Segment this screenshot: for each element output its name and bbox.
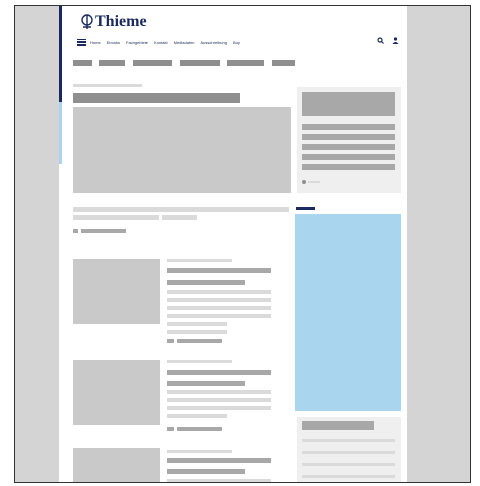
section-label[interactable] bbox=[81, 229, 126, 233]
tab-placeholder[interactable] bbox=[99, 60, 125, 66]
article-text-line bbox=[167, 298, 271, 302]
article-meta[interactable] bbox=[177, 427, 222, 431]
article-title[interactable] bbox=[167, 268, 271, 273]
tab-placeholder[interactable] bbox=[180, 60, 220, 66]
article-meta[interactable] bbox=[177, 339, 222, 343]
search-icon[interactable] bbox=[377, 37, 384, 44]
nav-item-ausschreibung[interactable]: Ausschreibung bbox=[201, 40, 227, 45]
article-text-line bbox=[167, 306, 271, 310]
article-title[interactable] bbox=[167, 370, 271, 375]
tab-placeholder[interactable] bbox=[272, 60, 295, 66]
sidebar-caption bbox=[308, 181, 320, 183]
page-accent-bar bbox=[59, 6, 62, 102]
sidebar-box-line[interactable] bbox=[302, 475, 395, 478]
intro-line bbox=[73, 215, 159, 220]
article-thumbnail[interactable] bbox=[73, 259, 160, 324]
tab-placeholder[interactable] bbox=[227, 60, 264, 66]
sidebar-box-line[interactable] bbox=[302, 463, 395, 466]
intro-line bbox=[73, 207, 289, 212]
intro-line bbox=[162, 215, 197, 220]
nav-item-home[interactable]: Home bbox=[90, 40, 101, 45]
article-meta-icon bbox=[167, 339, 174, 343]
nav-item-kontakt[interactable]: Kontakt bbox=[154, 40, 168, 45]
article-title[interactable] bbox=[167, 280, 245, 285]
ad-banner[interactable] bbox=[295, 214, 401, 411]
tab-placeholder[interactable] bbox=[133, 60, 172, 66]
hamburger-icon[interactable] bbox=[77, 38, 86, 46]
article-text-line bbox=[167, 406, 271, 410]
article-meta-icon bbox=[167, 427, 174, 431]
webpage: Thieme Home Ebooks Fachgebiete Kontakt M… bbox=[59, 6, 407, 482]
article-title[interactable] bbox=[167, 458, 271, 463]
article-text-line bbox=[167, 290, 271, 294]
slider-dot-icon[interactable] bbox=[302, 180, 306, 184]
main-navigation: Home Ebooks Fachgebiete Kontakt Mediadat… bbox=[77, 37, 399, 47]
site-logo[interactable]: Thieme bbox=[81, 13, 147, 31]
sidebar-line bbox=[302, 124, 395, 130]
sidebar-line bbox=[302, 134, 395, 140]
article-text-line bbox=[167, 390, 271, 394]
sidebar-box-title bbox=[302, 421, 374, 430]
ad-label-bar bbox=[296, 207, 315, 210]
hero-image-placeholder[interactable] bbox=[73, 107, 291, 193]
tab-placeholder[interactable] bbox=[73, 60, 92, 66]
nav-item-ebooks[interactable]: Ebooks bbox=[107, 40, 120, 45]
article-text-line bbox=[167, 330, 227, 334]
user-icon[interactable] bbox=[392, 37, 399, 44]
sidebar-line bbox=[302, 144, 395, 150]
article-title[interactable] bbox=[167, 381, 245, 386]
sidebar-box-line[interactable] bbox=[302, 451, 395, 454]
article-thumbnail[interactable] bbox=[73, 360, 160, 425]
sidebar-line bbox=[302, 154, 395, 160]
article-text-line bbox=[167, 414, 227, 418]
page-accent-bar-light bbox=[59, 102, 62, 164]
nav-item-buy[interactable]: Buy bbox=[233, 40, 240, 45]
nav-item-mediadaten[interactable]: Mediadaten bbox=[174, 40, 195, 45]
article-text-line bbox=[167, 479, 271, 482]
thieme-logo-icon bbox=[81, 14, 93, 29]
sidebar-line bbox=[302, 164, 395, 170]
sidebar-teaser-image[interactable] bbox=[302, 92, 395, 116]
nav-item-fachgebiete[interactable]: Fachgebiete bbox=[126, 40, 148, 45]
sidebar-box-line[interactable] bbox=[302, 439, 395, 442]
article-title[interactable] bbox=[167, 469, 245, 474]
section-label-icon bbox=[73, 229, 78, 233]
article-text-line bbox=[167, 314, 271, 318]
article-text-line bbox=[167, 398, 271, 402]
kicker-placeholder bbox=[73, 84, 142, 87]
article-kicker bbox=[167, 450, 232, 453]
screenshot-frame: Thieme Home Ebooks Fachgebiete Kontakt M… bbox=[14, 5, 471, 483]
article-kicker bbox=[167, 360, 232, 363]
brand-name: Thieme bbox=[95, 13, 147, 30]
article-thumbnail[interactable] bbox=[73, 448, 160, 482]
article-kicker bbox=[167, 259, 232, 262]
article-text-line bbox=[167, 322, 227, 326]
headline-placeholder bbox=[73, 93, 240, 103]
